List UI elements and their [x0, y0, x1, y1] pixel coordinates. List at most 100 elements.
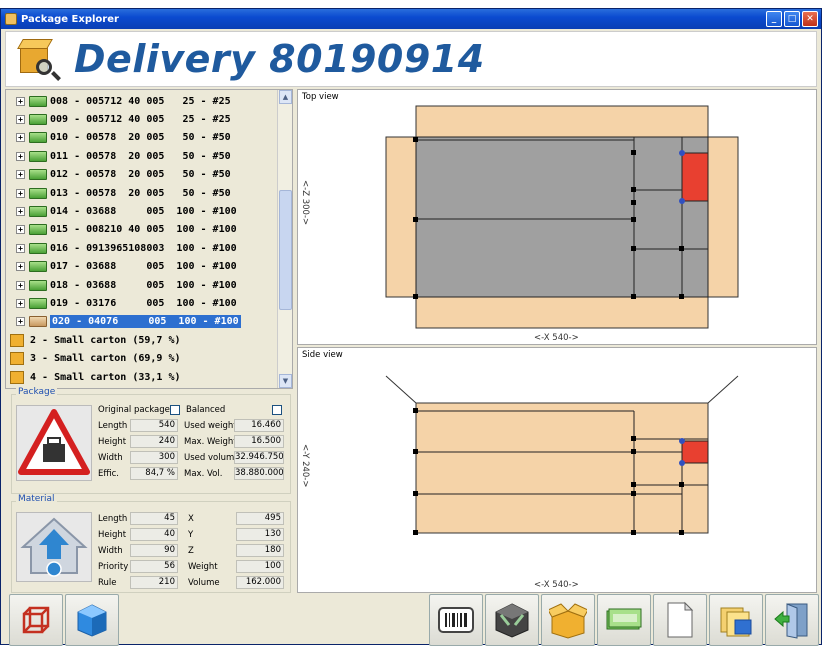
cube-button[interactable] [65, 594, 119, 646]
maximize-button[interactable]: □ [784, 11, 800, 27]
package-height-label: Height [98, 437, 127, 447]
tree-item[interactable]: +009 - 005712 40 005 25 - #25 [6, 110, 231, 128]
material-volume-field[interactable]: 162.000 [236, 576, 284, 589]
tree-item-label: 020 - 04076 005 100 - #100 [50, 315, 241, 329]
scroll-down-icon[interactable]: ▼ [279, 374, 292, 388]
carton-icon [10, 352, 24, 366]
carton-icon [10, 333, 24, 347]
tree-carton-item[interactable]: 3 - Small carton (69,9 %) [6, 350, 181, 368]
barcode-icon [438, 607, 474, 633]
scroll-thumb[interactable] [279, 190, 292, 310]
folders-button[interactable] [709, 594, 763, 646]
expand-icon[interactable]: + [16, 96, 25, 106]
tree-item-label: 4 - Small carton (33,1 %) [30, 371, 181, 383]
expand-icon[interactable]: + [16, 225, 25, 235]
expand-icon[interactable]: + [16, 170, 25, 180]
money-icon [606, 608, 642, 630]
material-height-field[interactable]: 40 [130, 528, 178, 541]
expand-icon[interactable]: + [16, 280, 25, 290]
expand-icon[interactable]: + [16, 298, 25, 308]
material-rule-field[interactable]: 210 [130, 576, 178, 589]
material-z-label: Z [188, 546, 194, 556]
max-weight-field[interactable]: 16.500 [234, 435, 284, 448]
minimize-button[interactable]: _ [766, 11, 782, 27]
open-box-button[interactable] [541, 594, 595, 646]
structure-button[interactable] [9, 594, 63, 646]
tree-item-label: 014 - 03688 005 100 - #100 [50, 205, 237, 217]
used-weight-field[interactable]: 16.460 [234, 419, 284, 432]
tree-item[interactable]: +015 - 008210 40 005 100 - #100 [6, 221, 237, 239]
expand-icon[interactable]: + [16, 133, 25, 143]
tree-carton-item[interactable]: 4 - Small carton (33,1 %) [6, 368, 181, 386]
material-rule-label: Rule [98, 578, 117, 588]
tree-item[interactable]: +020 - 04076 005 100 - #100 [6, 313, 241, 331]
top-view-panel[interactable]: Top view <-Z 300-> <-X 540-> [297, 89, 817, 345]
tree-scrollbar[interactable]: ▲ ▼ [277, 90, 292, 388]
tree-item[interactable]: +019 - 03176 005 100 - #100 [6, 294, 237, 312]
package-tree[interactable]: 4 - Small carton (33,1 %) 3 - Small carto… [5, 89, 293, 389]
dark-box-button[interactable] [485, 594, 539, 646]
expand-icon[interactable]: + [16, 262, 25, 272]
tree-item[interactable]: +014 - 03688 005 100 - #100 [6, 202, 237, 220]
expand-icon[interactable]: + [16, 243, 25, 253]
material-x-label: X [188, 514, 194, 524]
package-effic-field[interactable]: 84,7 % [130, 467, 178, 480]
close-button[interactable]: ✕ [802, 11, 818, 27]
material-priority-field[interactable]: 56 [130, 560, 178, 573]
material-height-label: Height [98, 530, 127, 540]
document-button[interactable] [653, 594, 707, 646]
tree-item[interactable]: +017 - 03688 005 100 - #100 [6, 258, 237, 276]
material-length-field[interactable]: 45 [130, 512, 178, 525]
bill-icon [29, 205, 47, 217]
tree-item-label: 019 - 03176 005 100 - #100 [50, 297, 237, 309]
tree-item-label: 3 - Small carton (69,9 %) [30, 353, 181, 365]
expand-icon[interactable]: + [16, 188, 25, 198]
app-icon [5, 13, 17, 25]
original-package-checkbox[interactable] [170, 405, 180, 415]
tree-item[interactable]: +016 - 0913965108003 100 - #100 [6, 239, 237, 257]
material-width-field[interactable]: 90 [130, 544, 178, 557]
side-view-panel[interactable]: Side view <-Y 240-> <-X 540-> [297, 347, 817, 593]
expand-icon[interactable]: + [16, 151, 25, 161]
tree-item[interactable]: +008 - 005712 40 005 25 - #25 [6, 92, 231, 110]
package-effic-label: Effic. [98, 469, 119, 479]
max-vol-field[interactable]: 38.880.000 [234, 467, 284, 480]
tree-item[interactable]: +011 - 00578 20 005 50 - #50 [6, 147, 231, 165]
tree-item[interactable]: +018 - 03688 005 100 - #100 [6, 276, 237, 294]
barcode-button[interactable] [429, 594, 483, 646]
material-z-field[interactable]: 180 [236, 544, 284, 557]
tree-item[interactable]: +013 - 00578 20 005 50 - #50 [6, 184, 231, 202]
package-width-field[interactable]: 300 [130, 451, 178, 464]
bill-icon [29, 297, 47, 309]
folders-icon [720, 607, 752, 637]
scroll-up-icon[interactable]: ▲ [279, 90, 292, 104]
expand-icon[interactable]: + [16, 114, 25, 124]
right-toolbar [429, 594, 819, 646]
material-volume-label: Volume [188, 578, 220, 588]
material-weight-field[interactable]: 100 [236, 560, 284, 573]
package-length-field[interactable]: 540 [130, 419, 178, 432]
title-bar: Package Explorer _ □ ✕ [1, 9, 821, 29]
material-y-field[interactable]: 130 [236, 528, 284, 541]
used-volume-label: Used volume [184, 453, 240, 463]
tree-carton-item[interactable]: 2 - Small carton (59,7 %) [6, 331, 181, 349]
balanced-label: Balanced [186, 405, 226, 415]
material-x-field[interactable]: 495 [236, 512, 284, 525]
3d-structure-icon [22, 606, 50, 634]
tree-item-label: 016 - 0913965108003 100 - #100 [50, 242, 237, 254]
tree-item[interactable]: +012 - 00578 20 005 50 - #50 [6, 166, 231, 184]
balanced-checkbox[interactable] [272, 405, 282, 415]
expand-icon[interactable]: + [16, 206, 25, 216]
package-height-field[interactable]: 240 [130, 435, 178, 448]
exit-button[interactable] [765, 594, 819, 646]
material-upload-icon [16, 512, 92, 582]
expand-icon[interactable]: + [16, 317, 25, 327]
used-volume-field[interactable]: 32.946.750 [234, 451, 284, 464]
bill-icon [29, 187, 47, 199]
tree-item[interactable]: +010 - 00578 20 005 50 - #50 [6, 129, 231, 147]
money-button[interactable] [597, 594, 651, 646]
open-box-icon [549, 603, 587, 639]
page-title: Delivery 80190914 [74, 37, 485, 81]
package-width-label: Width [98, 453, 123, 463]
tree-item-label: 010 - 00578 20 005 50 - #50 [50, 132, 231, 144]
